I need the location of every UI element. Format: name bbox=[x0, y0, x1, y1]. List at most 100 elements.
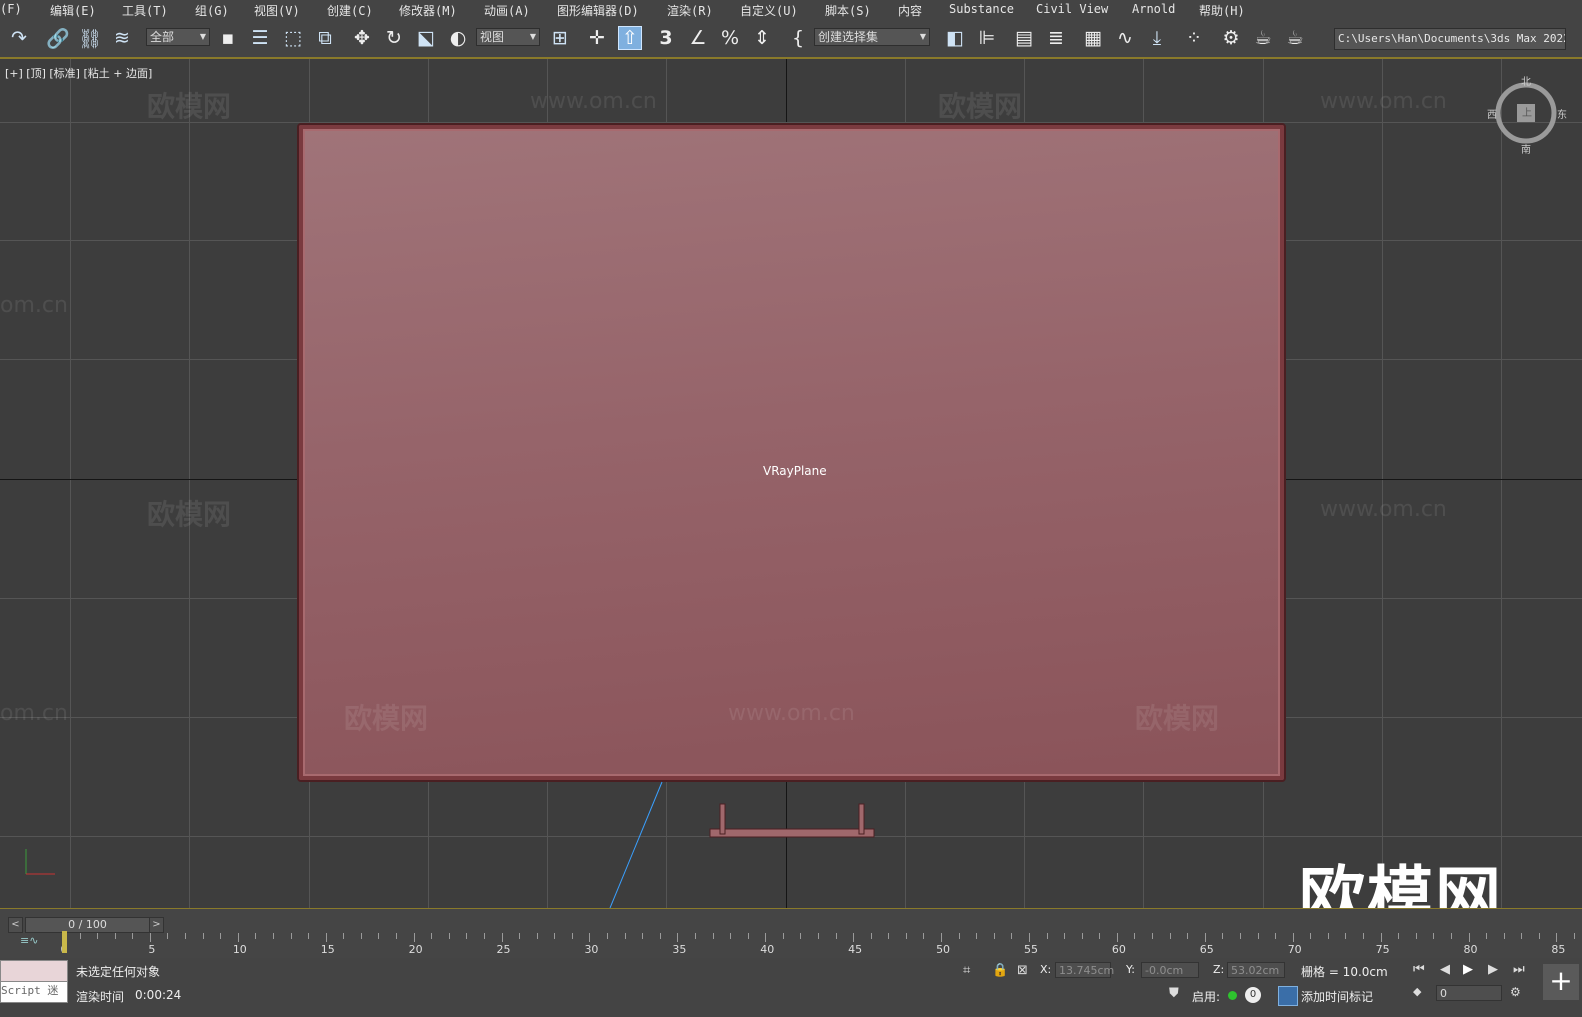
project-path-dropdown[interactable]: C:\Users\Han\Documents\3ds Max 2022 bbox=[1334, 28, 1566, 50]
rectangular-selection-icon[interactable]: ⬚ bbox=[281, 26, 305, 50]
bind-spacewarp-icon[interactable]: ≋ bbox=[110, 26, 134, 50]
keyboard-shortcut-override-icon[interactable]: ⇧ bbox=[618, 26, 642, 50]
track-tick bbox=[888, 933, 890, 939]
current-frame-field[interactable]: 0 bbox=[1436, 985, 1502, 1001]
unlink-icon[interactable]: ⛓ bbox=[78, 26, 102, 50]
layer-explorer-icon[interactable]: ≣ bbox=[1044, 26, 1068, 50]
time-slider-prev-button[interactable]: < bbox=[8, 917, 23, 933]
go-to-end-icon[interactable]: ⏭ bbox=[1513, 962, 1525, 977]
angle-snap-icon[interactable]: ∠ bbox=[686, 26, 710, 50]
add-time-tag-button[interactable]: 添加时间标记 bbox=[1301, 988, 1373, 1005]
menu-animation[interactable]: 动画(A) bbox=[484, 2, 530, 19]
shield-icon[interactable]: ⛊ bbox=[1169, 986, 1179, 1001]
absolute-mode-icon[interactable]: ⊠ bbox=[1017, 963, 1028, 978]
reference-coordinate-dropdown[interactable]: 视图 ▼ bbox=[476, 28, 540, 46]
select-by-name-icon[interactable]: ☰ bbox=[248, 26, 272, 50]
maxscript-input[interactable]: Script 迷 bbox=[0, 981, 68, 1003]
material-editor-icon[interactable]: ⁘ bbox=[1182, 26, 1206, 50]
spinner-snap-icon[interactable]: ⇕ bbox=[750, 26, 774, 50]
viewport-top[interactable]: 欧模网 www.om.cn 欧模网 www.om.cn om.cn 欧模网 ww… bbox=[0, 59, 1582, 908]
maxscript-listener-mini[interactable] bbox=[0, 960, 68, 982]
track-tick bbox=[1468, 933, 1470, 942]
percent-snap-icon[interactable]: % bbox=[718, 26, 742, 50]
menu-scripting[interactable]: 脚本(S) bbox=[825, 2, 871, 19]
menu-create[interactable]: 创建(C) bbox=[327, 2, 373, 19]
redo-icon[interactable]: ↷ bbox=[7, 26, 31, 50]
menu-file[interactable]: (F) bbox=[0, 2, 22, 16]
menu-civil-view[interactable]: Civil View bbox=[1036, 2, 1108, 16]
time-slider-next-button[interactable]: > bbox=[149, 917, 164, 933]
move-icon[interactable]: ✥ bbox=[350, 26, 374, 50]
menu-substance[interactable]: Substance bbox=[949, 2, 1014, 16]
track-tick bbox=[519, 933, 521, 939]
coord-y-field[interactable]: -0.0cm bbox=[1141, 962, 1199, 978]
selection-lock-icon[interactable]: 🔒 bbox=[992, 963, 1008, 978]
track-tick bbox=[1433, 933, 1435, 939]
track-tick bbox=[79, 933, 81, 939]
menu-modifiers[interactable]: 修改器(M) bbox=[399, 2, 457, 19]
key-mode-icon[interactable]: ◆ bbox=[1413, 985, 1421, 998]
track-tick bbox=[1011, 933, 1013, 939]
track-tick bbox=[1292, 933, 1294, 942]
track-tick bbox=[712, 933, 714, 939]
menu-tools[interactable]: 工具(T) bbox=[122, 2, 168, 19]
window-crossing-icon[interactable]: ⧉ bbox=[313, 26, 337, 50]
track-tick bbox=[694, 933, 696, 939]
menu-views[interactable]: 视图(V) bbox=[254, 2, 300, 19]
rotate-icon[interactable]: ↻ bbox=[382, 26, 406, 50]
scale-icon[interactable]: ⬕ bbox=[414, 26, 438, 50]
track-frame-label: 50 bbox=[936, 943, 951, 956]
time-tag-icon[interactable] bbox=[1278, 986, 1298, 1006]
curve-editor-toggle-icon[interactable]: ≡∿ bbox=[20, 934, 38, 947]
next-frame-icon[interactable]: ▶ bbox=[1488, 962, 1498, 977]
render-production-icon[interactable]: ☕ bbox=[1283, 26, 1307, 50]
track-tick bbox=[677, 933, 679, 942]
menu-edit[interactable]: 编辑(E) bbox=[50, 2, 96, 19]
track-tick bbox=[958, 933, 960, 939]
coord-x-field[interactable]: 13.745cm bbox=[1055, 962, 1114, 978]
track-tick bbox=[1257, 933, 1259, 939]
time-slider[interactable]: 0 / 100 bbox=[25, 917, 150, 933]
render-setup-icon[interactable]: ⚙ bbox=[1219, 26, 1243, 50]
play-icon[interactable]: ▶ bbox=[1463, 962, 1473, 977]
selection-filter-dropdown[interactable]: 全部 ▼ bbox=[146, 28, 210, 46]
track-frame-label: 75 bbox=[1375, 943, 1390, 956]
snaps-toggle-icon[interactable]: 3 bbox=[654, 26, 678, 50]
mirror-icon[interactable]: ◧ bbox=[943, 26, 967, 50]
align-icon[interactable]: ⊫ bbox=[975, 26, 999, 50]
named-selection-dropdown[interactable]: 创建选择集 ▼ bbox=[814, 28, 930, 46]
track-tick bbox=[1064, 933, 1066, 939]
compass-south: 南 bbox=[1521, 145, 1531, 156]
placement-icon[interactable]: ◐ bbox=[446, 26, 470, 50]
viewport-navigation-plus-icon[interactable]: + bbox=[1543, 964, 1579, 1000]
time-config-icon[interactable]: ⚙ bbox=[1510, 985, 1521, 999]
select-object-icon[interactable]: ▪ bbox=[216, 26, 240, 50]
menu-group[interactable]: 组(G) bbox=[195, 2, 229, 19]
curve-editor-icon[interactable]: ∿ bbox=[1113, 26, 1137, 50]
isolate-selection-icon[interactable]: ⌗ bbox=[963, 963, 970, 978]
track-tick bbox=[431, 933, 433, 939]
menu-customize[interactable]: 自定义(U) bbox=[740, 2, 798, 19]
track-tick bbox=[1116, 933, 1118, 942]
track-tick bbox=[272, 933, 274, 939]
scene-explorer-icon[interactable]: ▤ bbox=[1012, 26, 1036, 50]
pivot-center-icon[interactable]: ⊞ bbox=[548, 26, 572, 50]
enable-count-badge: 0 bbox=[1245, 987, 1261, 1003]
menu-content[interactable]: 内容 bbox=[898, 2, 922, 19]
toggle-ribbon-icon[interactable]: ▦ bbox=[1081, 26, 1105, 50]
track-tick bbox=[1204, 933, 1206, 942]
rendered-frame-window-icon[interactable]: ☕ bbox=[1251, 26, 1275, 50]
coord-z-field[interactable]: 53.02cm bbox=[1227, 962, 1285, 978]
menu-help[interactable]: 帮助(H) bbox=[1199, 2, 1245, 19]
menu-graph-editors[interactable]: 图形编辑器(D) bbox=[557, 2, 639, 19]
previous-frame-icon[interactable]: ◀ bbox=[1440, 962, 1450, 977]
track-bar[interactable]: 0510152025303540455055606570758085 bbox=[61, 933, 1575, 957]
menu-arnold[interactable]: Arnold bbox=[1132, 2, 1175, 16]
select-manipulate-icon[interactable]: ✛ bbox=[585, 26, 609, 50]
go-to-start-icon[interactable]: ⏮ bbox=[1413, 962, 1425, 977]
edit-named-selection-icon[interactable]: { bbox=[786, 26, 810, 50]
schematic-view-icon[interactable]: ⤓ bbox=[1145, 26, 1169, 50]
link-icon[interactable]: 🔗 bbox=[46, 26, 70, 50]
menu-rendering[interactable]: 渲染(R) bbox=[667, 2, 713, 19]
track-frame-label: 40 bbox=[760, 943, 775, 956]
